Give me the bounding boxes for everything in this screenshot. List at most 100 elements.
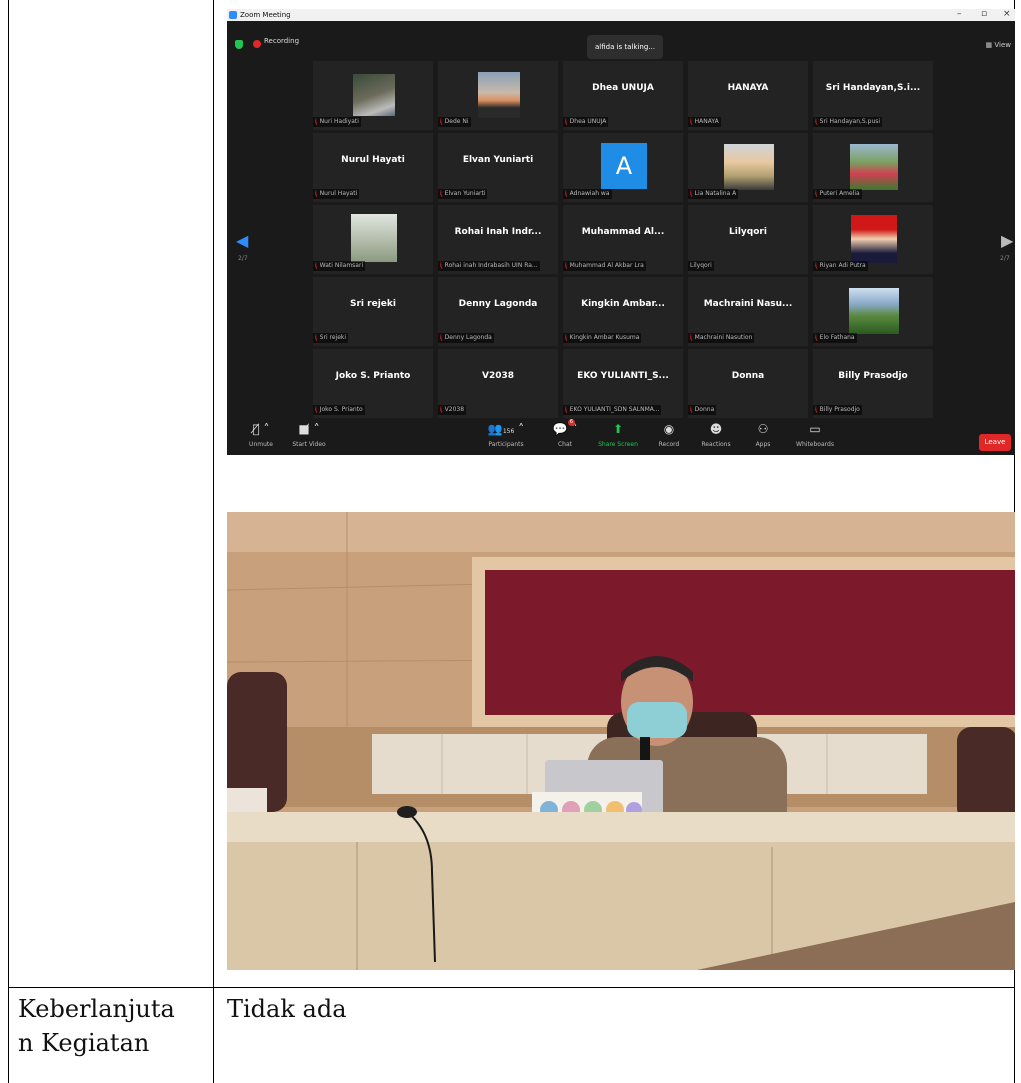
muted-mic-icon: ᶖ (315, 190, 317, 197)
participant-tile[interactable]: Joko S. Prianto ᶖ Joko S. Prianto (313, 349, 433, 418)
muted-mic-icon: ᶖ (315, 262, 317, 269)
zoom-logo-icon (229, 11, 237, 19)
muted-mic-icon: ᶖ (440, 190, 442, 197)
whiteboards-button[interactable]: ▭ Whiteboards (789, 417, 841, 448)
participant-tile[interactable]: Nurul Hayati ᶖ Nurul Hayati (313, 133, 433, 202)
participant-tile[interactable]: Donna ᶖ Donna (688, 349, 808, 418)
participant-tile[interactable]: Sri Handayan,S.i... ᶖ Sri Handayan,S.pusi (813, 61, 933, 130)
unmute-button[interactable]: 🎙̸ ˄ Unmute (237, 417, 285, 448)
participant-tile[interactable]: Kingkin Ambar... ᶖ Kingkin Ambar Kusuma (563, 277, 683, 346)
muted-mic-icon: ᶖ (690, 190, 692, 197)
row-value: Tidak ada (227, 995, 347, 1023)
participant-tile[interactable]: Billy Prasodjo ᶖ Billy Prasodjo (813, 349, 933, 418)
participant-tile[interactable]: ᶖ Riyan Adi Putra (813, 205, 933, 274)
participant-video (724, 144, 774, 190)
participant-video (850, 144, 898, 190)
chat-button[interactable]: 💬 ˄ 6 Chat (541, 417, 589, 448)
record-icon: ◉ (663, 422, 675, 436)
recording-label: Recording (264, 37, 300, 45)
row-label-line-1: Keberlanjuta (18, 995, 175, 1023)
participants-icon: 👥156 ˄ (487, 422, 525, 436)
muted-mic-icon: ᶖ (815, 190, 817, 197)
page-indicator-left: 2/7 (238, 255, 248, 262)
participant-video (851, 215, 897, 263)
muted-mic-icon: ᶖ (815, 118, 817, 125)
record-button[interactable]: ◉ Record (645, 417, 693, 448)
participant-tile[interactable]: Sri rejeki ᶖ Sri rejeki (313, 277, 433, 346)
participant-tile[interactable]: ᶖ Lia Natalina A (688, 133, 808, 202)
muted-mic-icon: ᶖ (440, 334, 442, 341)
muted-mic-icon: ᶖ (565, 190, 567, 197)
meeting-room-photo (227, 512, 1015, 970)
muted-mic-icon: ᶖ (815, 334, 817, 341)
participant-tile[interactable]: Muhammad Al... ᶖ Muhammad Al Akbar Lra (563, 205, 683, 274)
previous-page-arrow-icon[interactable]: ◀ (236, 231, 248, 250)
participant-tile[interactable]: EKO YULIANTI_S... ᶖ EKO YULIANTI_SDN SALN… (563, 349, 683, 418)
participant-tile[interactable]: A ᶖ Adnawiah wa (563, 133, 683, 202)
minimize-icon[interactable]: – (957, 9, 962, 20)
muted-mic-icon: ᶖ (440, 118, 442, 125)
security-shield-icon (235, 40, 243, 49)
video-off-icon: ■̸ ˄ (298, 422, 320, 436)
muted-mic-icon: ᶖ (690, 334, 692, 341)
participant-tile[interactable]: Rohai Inah Indr... ᶖ Rohai inah Indrabasi… (438, 205, 558, 274)
participant-tile[interactable]: ᶖ Wati Nilamsari (313, 205, 433, 274)
row-label: Keberlanjuta n Kegiatan (18, 992, 175, 1060)
close-icon[interactable]: × (1003, 9, 1011, 20)
speaker-photo (227, 512, 1015, 970)
view-button[interactable]: ▦ View (986, 41, 1011, 49)
participant-tile[interactable]: HANAYA ᶖ HANAYA (688, 61, 808, 130)
participant-tile[interactable]: ᶖ Puteri Amelia (813, 133, 933, 202)
participant-tile[interactable]: ᶖ Nuri Hadiyati (313, 61, 433, 130)
muted-mic-icon: ᶖ (440, 262, 442, 269)
avatar: A (601, 143, 647, 189)
muted-mic-icon: ᶖ (440, 406, 442, 413)
next-page-arrow-icon[interactable]: ▶ (1001, 231, 1013, 250)
reactions-button[interactable]: ☻ Reactions (692, 417, 740, 448)
restore-icon[interactable]: ▫ (981, 9, 987, 20)
participant-tile[interactable]: ᶖ Elo Fathana (813, 277, 933, 346)
table-border-left (8, 0, 9, 1083)
muted-mic-icon: ᶖ (565, 334, 567, 341)
participant-video (351, 214, 397, 262)
muted-mic-icon: ᶖ (815, 406, 817, 413)
recording-dot-icon (253, 40, 261, 48)
participant-video (353, 74, 395, 116)
participants-button[interactable]: 👥156 ˄ Participants (477, 417, 535, 448)
apps-icon: ⚇ (757, 422, 769, 436)
muted-mic-icon: ᶖ (315, 334, 317, 341)
participant-tile[interactable]: Denny Lagonda ᶖ Denny Lagonda (438, 277, 558, 346)
muted-mic-icon: ᶖ (690, 118, 692, 125)
page-indicator-right: 2/7 (1000, 255, 1010, 262)
zoom-title-bar: Zoom Meeting – ▫ × (227, 9, 1015, 21)
reactions-icon: ☻ (709, 422, 723, 436)
participant-video (478, 72, 520, 118)
muted-mic-icon: ᶖ (315, 406, 317, 413)
participant-gallery: ᶖ Nuri Hadiyati ᶖ Dede Ni Dhea UNUJA ᶖ Dhea… (313, 61, 938, 418)
meeting-top-bar: Recording alfida is talking... ▦ View (227, 21, 1015, 61)
apps-button[interactable]: ⚇ Apps (739, 417, 787, 448)
start-video-button[interactable]: ■̸ ˄ Start Video (285, 417, 333, 448)
chat-icon: 💬 ˄ (552, 422, 578, 436)
window-title: Zoom Meeting (240, 11, 291, 19)
whiteboard-icon: ▭ (809, 422, 821, 436)
participant-tile[interactable]: Dhea UNUJA ᶖ Dhea UNUJA (563, 61, 683, 130)
participant-tile[interactable]: Elvan Yuniarti ᶖ Elvan Yuniarti (438, 133, 558, 202)
participant-tile[interactable]: Lilyqori Lilyqori (688, 205, 808, 274)
participant-tile[interactable]: V2038 ᶖ V2038 (438, 349, 558, 418)
leave-button[interactable]: Leave (979, 434, 1011, 451)
row-label-line-2: n Kegiatan (18, 1029, 150, 1057)
muted-mic-icon: ᶖ (565, 406, 567, 413)
participant-tile[interactable]: ᶖ Dede Ni (438, 61, 558, 130)
participant-tile[interactable]: Machraini Nasu... ᶖ Machraini Nasution (688, 277, 808, 346)
chat-unread-badge: 6 (568, 419, 575, 426)
meeting-controls-bar: 🎙̸ ˄ Unmute ■̸ ˄ Start Video 👥156 ˄ Part… (227, 417, 1015, 455)
muted-microphone-icon: 🎙̸ ˄ (252, 422, 270, 436)
muted-mic-icon: ᶖ (565, 118, 567, 125)
muted-mic-icon: ᶖ (315, 118, 317, 125)
share-screen-button[interactable]: ⬆ Share Screen (592, 417, 644, 448)
muted-mic-icon: ᶖ (815, 262, 817, 269)
muted-mic-icon: ᶖ (690, 406, 692, 413)
share-screen-icon: ⬆ (612, 422, 624, 436)
muted-mic-icon: ᶖ (565, 262, 567, 269)
